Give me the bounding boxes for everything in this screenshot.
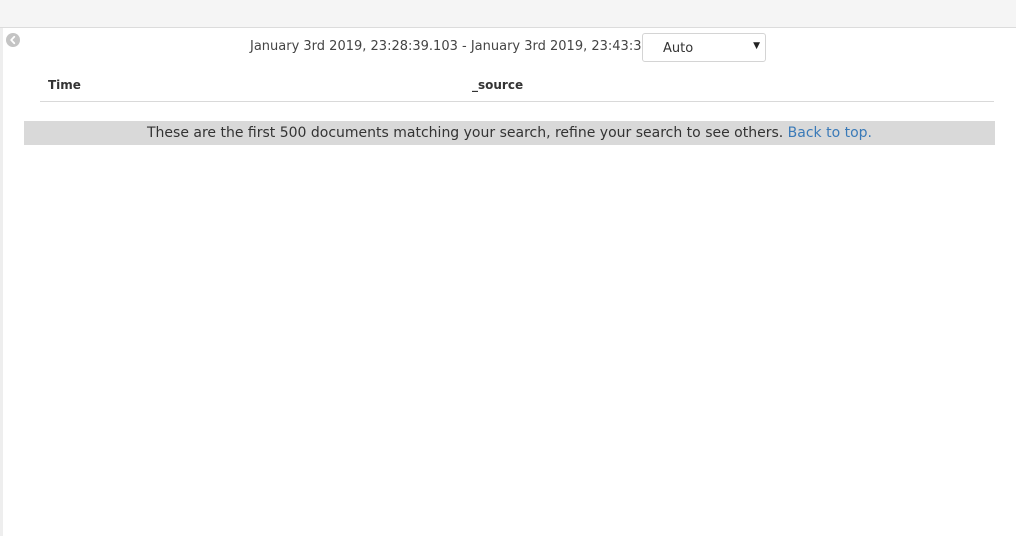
back-to-top-link[interactable]: Back to top. <box>788 125 872 141</box>
table-header: Time _source <box>40 75 994 102</box>
time-range-label[interactable]: January 3rd 2019, 23:28:39.103 - January… <box>250 39 696 55</box>
sidebar-rail <box>0 28 3 536</box>
collapse-sidebar-button[interactable] <box>6 33 20 47</box>
interval-select[interactable]: Auto ▼ <box>642 33 766 62</box>
scrollbar-thumb[interactable] <box>1011 28 1015 428</box>
caret-down-icon: ▼ <box>753 41 760 51</box>
column-header-source[interactable]: _source <box>472 78 523 92</box>
chevron-left-circle-icon <box>10 35 16 45</box>
notice-message: These are the first 500 documents matchi… <box>147 125 788 141</box>
results-limit-notice: These are the first 500 documents matchi… <box>24 121 995 145</box>
scrollbar[interactable] <box>1010 28 1016 536</box>
interval-selected-value: Auto <box>663 41 694 56</box>
top-bar <box>0 0 1016 28</box>
column-header-time[interactable]: Time <box>48 78 81 92</box>
